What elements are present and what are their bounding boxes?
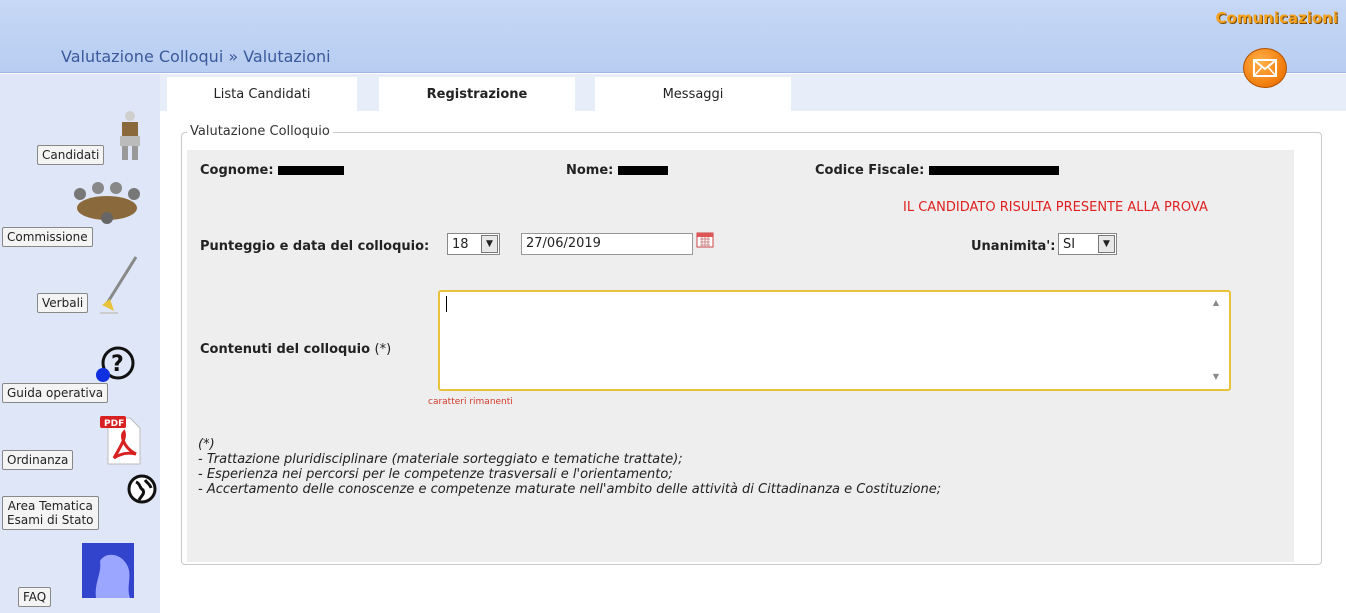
tax-code-label: Codice Fiscale: bbox=[815, 163, 1059, 178]
text-caret bbox=[446, 296, 447, 312]
unanimity-select-value: SI bbox=[1063, 236, 1076, 252]
presence-status-message: IL CANDIDATO RISULTA PRESENTE ALLA PROVA bbox=[903, 200, 1208, 215]
face-profile-icon bbox=[82, 543, 134, 598]
svg-text:PDF: PDF bbox=[104, 419, 124, 429]
contents-textarea[interactable]: ▲ ▼ bbox=[438, 290, 1231, 391]
surname-label: Cognome: bbox=[200, 163, 345, 178]
sidebar-item-guida-operativa[interactable]: Guida operativa bbox=[2, 383, 109, 403]
surname-redacted bbox=[278, 166, 345, 175]
tab-registrazione[interactable]: Registrazione bbox=[379, 77, 575, 111]
candidate-figure-icon bbox=[108, 110, 144, 162]
surname-label-text: Cognome: bbox=[200, 163, 274, 178]
name-label: Nome: bbox=[566, 163, 668, 178]
tab-messaggi[interactable]: Messaggi bbox=[595, 77, 791, 111]
globe-icon bbox=[127, 474, 157, 504]
interview-date-field[interactable]: 27/06/2019 bbox=[521, 233, 693, 255]
tab-bar: Lista Candidati Registrazione Messaggi bbox=[160, 74, 1346, 111]
notes-marker: (*) bbox=[198, 437, 215, 452]
unanimity-label: Unanimita': bbox=[971, 239, 1056, 254]
contents-label-text: Contenuti del colloquio bbox=[200, 342, 370, 357]
notes-line: - Trattazione pluridisciplinare (materia… bbox=[198, 452, 683, 467]
sidebar-item-faq[interactable]: FAQ bbox=[18, 587, 52, 607]
chevron-down-icon[interactable]: ▼ bbox=[481, 235, 498, 253]
scroll-up-icon[interactable]: ▲ bbox=[1213, 298, 1219, 307]
sidebar-item-area-tematica-line2: Esami di Stato bbox=[7, 513, 94, 527]
pdf-icon: PDF bbox=[100, 414, 142, 466]
sidebar-item-commissione[interactable]: Commissione bbox=[2, 227, 93, 247]
score-select[interactable]: 18 ▼ bbox=[447, 233, 500, 255]
name-label-text: Nome: bbox=[566, 163, 614, 178]
breadcrumb: Valutazione Colloqui » Valutazioni bbox=[61, 47, 331, 66]
fieldset-legend: Valutazione Colloquio bbox=[187, 124, 333, 139]
sidebar-item-area-tematica-line1: Area Tematica bbox=[7, 499, 93, 513]
name-redacted bbox=[617, 166, 668, 175]
remaining-characters: caratteri rimanenti bbox=[428, 397, 513, 407]
unanimity-select[interactable]: SI ▼ bbox=[1058, 233, 1117, 255]
commission-meeting-icon bbox=[64, 178, 150, 226]
score-select-value: 18 bbox=[452, 236, 469, 252]
sidebar-item-area-tematica[interactable]: Area Tematica Esami di Stato bbox=[2, 496, 99, 530]
help-question-icon: ? bbox=[96, 345, 136, 385]
score-date-label: Punteggio e data del colloquio: bbox=[200, 239, 430, 254]
sidebar-item-candidati[interactable]: Candidati bbox=[37, 145, 105, 165]
communications-link[interactable]: Comunicazioni bbox=[1216, 9, 1338, 27]
svg-text:?: ? bbox=[111, 352, 124, 377]
notes-section: (*) - Trattazione pluridisciplinare (mat… bbox=[198, 437, 941, 497]
sidebar-item-verbali[interactable]: Verbali bbox=[37, 293, 89, 313]
envelope-icon[interactable] bbox=[1243, 48, 1287, 88]
required-mark: (*) bbox=[374, 342, 392, 357]
pen-writing-icon bbox=[96, 255, 142, 315]
contents-label: Contenuti del colloquio (*) bbox=[200, 342, 391, 357]
app-header: Valutazione Colloqui » Valutazioni Comun… bbox=[0, 0, 1346, 73]
tax-code-label-text: Codice Fiscale: bbox=[815, 163, 925, 178]
calendar-icon[interactable] bbox=[696, 232, 714, 248]
sidebar-item-ordinanza[interactable]: Ordinanza bbox=[2, 450, 74, 470]
notes-line: - Esperienza nei percorsi per le compete… bbox=[198, 467, 673, 482]
scroll-down-icon[interactable]: ▼ bbox=[1213, 372, 1219, 381]
tab-lista-candidati[interactable]: Lista Candidati bbox=[167, 77, 357, 111]
notes-line: - Accertamento delle conoscenze e compet… bbox=[198, 482, 942, 497]
tax-code-redacted bbox=[928, 166, 1059, 175]
chevron-down-icon[interactable]: ▼ bbox=[1098, 235, 1115, 253]
